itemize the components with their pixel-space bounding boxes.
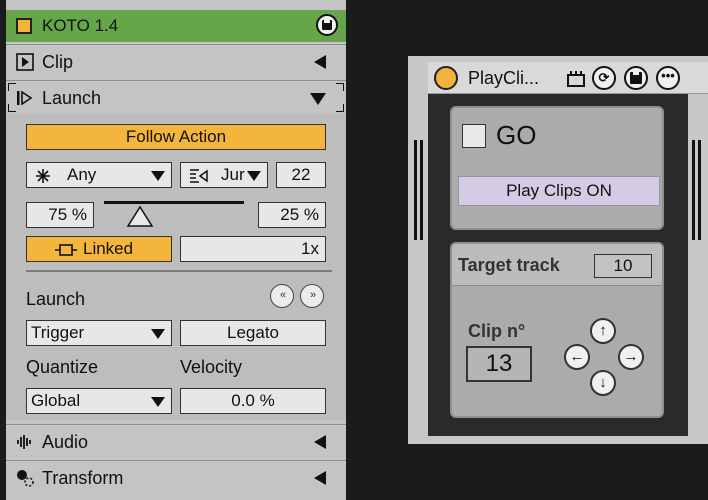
forward-icon[interactable]: » bbox=[300, 284, 324, 308]
chevron-down-icon bbox=[151, 397, 165, 407]
quantize-value: Global bbox=[31, 391, 81, 410]
legato-label: Legato bbox=[227, 323, 279, 342]
device-name: PlayCli... bbox=[468, 68, 540, 88]
play-box-icon bbox=[16, 53, 34, 71]
arrow-right-icon[interactable]: → bbox=[618, 344, 644, 370]
save-icon[interactable] bbox=[624, 66, 648, 90]
rewind-icon[interactable]: « bbox=[270, 284, 294, 308]
arrow-up-icon[interactable]: ↑ bbox=[590, 318, 616, 344]
arrow-down-icon[interactable]: ↓ bbox=[590, 370, 616, 396]
section-launch-label: Launch bbox=[42, 88, 102, 108]
clip-slot-icon[interactable] bbox=[566, 70, 586, 88]
transform-icon bbox=[17, 470, 34, 487]
device-on-toggle[interactable] bbox=[434, 66, 458, 90]
chance-slider[interactable] bbox=[102, 198, 248, 228]
link-icon bbox=[55, 244, 77, 256]
more-options-icon[interactable]: ••• bbox=[656, 66, 680, 90]
launch-mode-label: Launch bbox=[26, 289, 86, 309]
velocity-label: Velocity bbox=[180, 357, 243, 377]
go-checkbox[interactable] bbox=[462, 124, 486, 148]
section-clip[interactable]: Clip bbox=[6, 44, 346, 78]
rail-left bbox=[414, 140, 417, 240]
follow-action-label: Follow Action bbox=[125, 127, 227, 146]
linked-label: Linked bbox=[83, 239, 134, 258]
device-body: GO Play Clips ON Target track 10 Clip n°… bbox=[428, 94, 688, 436]
legato-button[interactable]: Legato bbox=[180, 320, 326, 346]
clip-view-panel: KOTO 1.4 Clip Launch Follow Action Any J… bbox=[0, 0, 352, 500]
target-panel: Target track 10 Clip n° 13 ↑ ← → ↓ bbox=[450, 242, 664, 418]
collapse-left-icon[interactable] bbox=[314, 471, 326, 485]
follow-action-b-dropdown[interactable]: Jur bbox=[180, 162, 268, 188]
section-audio[interactable]: Audio bbox=[6, 424, 346, 458]
quantize-label: Quantize bbox=[26, 357, 99, 377]
rail-left bbox=[420, 140, 423, 240]
launch-section-body: Follow Action Any Jur 22 75 % 25 % Linke… bbox=[6, 114, 346, 420]
multiplier-field[interactable]: 1x bbox=[180, 236, 326, 262]
jump-icon bbox=[190, 169, 208, 183]
go-panel: GO Play Clips ON bbox=[450, 106, 664, 230]
section-transform[interactable]: Transform bbox=[6, 460, 346, 494]
play-clips-button[interactable]: Play Clips ON bbox=[458, 176, 660, 206]
chance-a-field[interactable]: 75 % bbox=[26, 202, 94, 228]
chance-b-value: 25 % bbox=[280, 205, 319, 224]
arrow-left-icon[interactable]: ← bbox=[564, 344, 590, 370]
chance-a-value: 75 % bbox=[48, 205, 87, 224]
velocity-field[interactable]: 0.0 % bbox=[180, 388, 326, 414]
section-transform-label: Transform bbox=[42, 468, 124, 488]
launch-mode-value: Trigger bbox=[31, 323, 85, 342]
target-track-header: Target track 10 bbox=[452, 244, 662, 286]
section-launch[interactable]: Launch bbox=[6, 80, 346, 114]
target-track-number[interactable]: 10 bbox=[594, 254, 652, 278]
launch-mode-dropdown[interactable]: Trigger bbox=[26, 320, 172, 346]
expand-down-icon[interactable] bbox=[310, 93, 326, 105]
clip-title-bar[interactable]: KOTO 1.4 bbox=[6, 10, 346, 42]
clip-number-field[interactable]: 13 bbox=[466, 346, 532, 382]
refresh-icon[interactable]: ⟳ bbox=[592, 66, 616, 90]
device-title-bar[interactable]: PlayCli... ⟳ ••• bbox=[428, 62, 708, 94]
waveform-icon bbox=[17, 435, 31, 449]
clip-name: KOTO 1.4 bbox=[42, 16, 119, 35]
chevron-down-icon bbox=[151, 329, 165, 339]
rail-right bbox=[692, 140, 695, 240]
rail-right bbox=[698, 140, 701, 240]
clip-color-swatch[interactable] bbox=[16, 18, 32, 34]
section-clip-label: Clip bbox=[42, 52, 74, 72]
go-label: GO bbox=[496, 120, 537, 150]
multiplier-value: 1x bbox=[301, 239, 319, 258]
chevron-down-icon bbox=[151, 171, 165, 181]
collapse-left-icon[interactable] bbox=[314, 55, 326, 69]
section-audio-label: Audio bbox=[42, 432, 89, 452]
divider bbox=[26, 270, 332, 272]
linked-toggle[interactable]: Linked bbox=[26, 236, 172, 262]
playclips-device: PlayCli... ⟳ ••• GO Play Clips ON Target… bbox=[408, 56, 708, 444]
follow-action-a-dropdown[interactable]: Any bbox=[26, 162, 172, 188]
chance-b-field[interactable]: 25 % bbox=[258, 202, 326, 228]
chevron-down-icon bbox=[247, 171, 261, 181]
asterisk-icon bbox=[36, 169, 50, 183]
jump-count-field[interactable]: 22 bbox=[276, 162, 326, 188]
velocity-value: 0.0 % bbox=[231, 391, 275, 410]
focus-corner-icon bbox=[8, 83, 16, 91]
follow-action-button[interactable]: Follow Action bbox=[26, 124, 326, 150]
jump-count-value: 22 bbox=[291, 165, 311, 184]
collapse-left-icon[interactable] bbox=[314, 435, 326, 449]
target-track-label: Target track bbox=[458, 255, 560, 275]
launch-icon bbox=[17, 90, 33, 106]
quantize-dropdown[interactable]: Global bbox=[26, 388, 172, 414]
focus-corner-icon bbox=[336, 104, 344, 112]
focus-corner-icon bbox=[336, 83, 344, 91]
focus-corner-icon bbox=[8, 104, 16, 112]
follow-action-a-value: Any bbox=[67, 165, 97, 184]
clip-number-label: Clip n° bbox=[468, 321, 526, 341]
panel-edge-right bbox=[346, 0, 352, 500]
save-icon[interactable] bbox=[316, 14, 338, 36]
follow-action-b-value: Jur bbox=[221, 165, 245, 184]
